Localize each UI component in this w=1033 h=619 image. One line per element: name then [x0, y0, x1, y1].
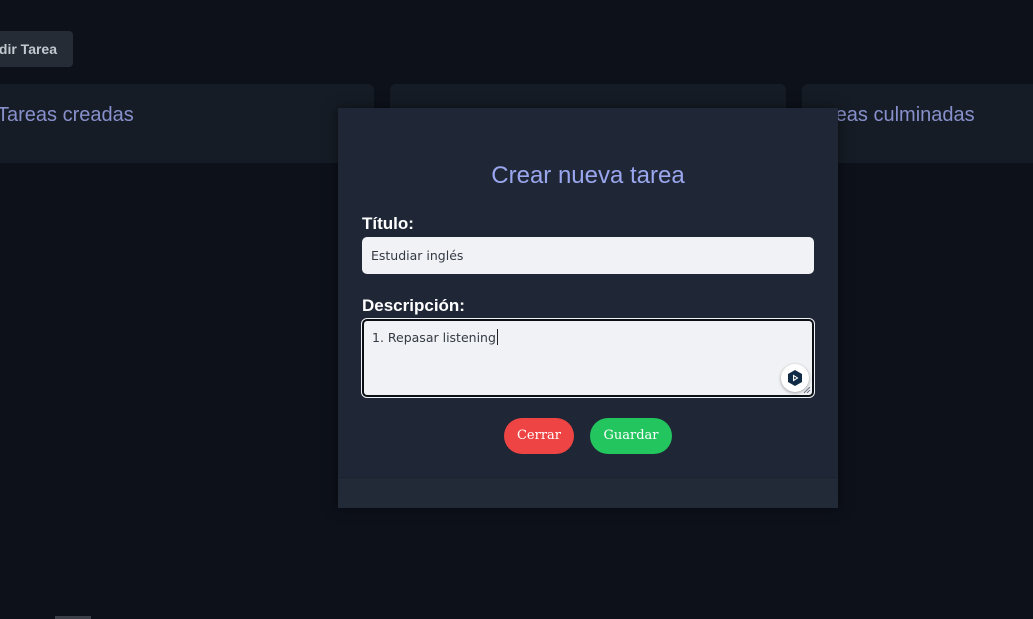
- title-label: Título:: [362, 214, 414, 233]
- column-title: reas culminadas: [829, 104, 975, 126]
- title-input[interactable]: Estudiar inglés: [362, 237, 814, 274]
- description-text: 1. Repasar listening: [372, 330, 496, 345]
- save-button[interactable]: Guardar: [590, 418, 672, 454]
- description-label: Descripción:: [362, 296, 465, 315]
- column-created-tasks: Tareas creadas: [0, 84, 374, 163]
- column-title: Tareas creadas: [0, 104, 134, 126]
- modal-footer: [338, 477, 838, 508]
- description-textarea[interactable]: 1. Repasar listening: [361, 318, 815, 398]
- close-button[interactable]: Cerrar: [504, 418, 574, 454]
- assistant-glyph-icon: [788, 370, 802, 386]
- assistant-icon[interactable]: [781, 364, 809, 392]
- modal-title: Crear nueva tarea: [491, 162, 685, 189]
- add-task-button[interactable]: adir Tarea: [0, 31, 73, 67]
- app-page: adir Tarea Tareas creadas reas culminada…: [0, 0, 1033, 619]
- create-task-modal: Crear nueva tarea Título: Estudiar inglé…: [338, 108, 838, 508]
- text-caret: [496, 329, 498, 345]
